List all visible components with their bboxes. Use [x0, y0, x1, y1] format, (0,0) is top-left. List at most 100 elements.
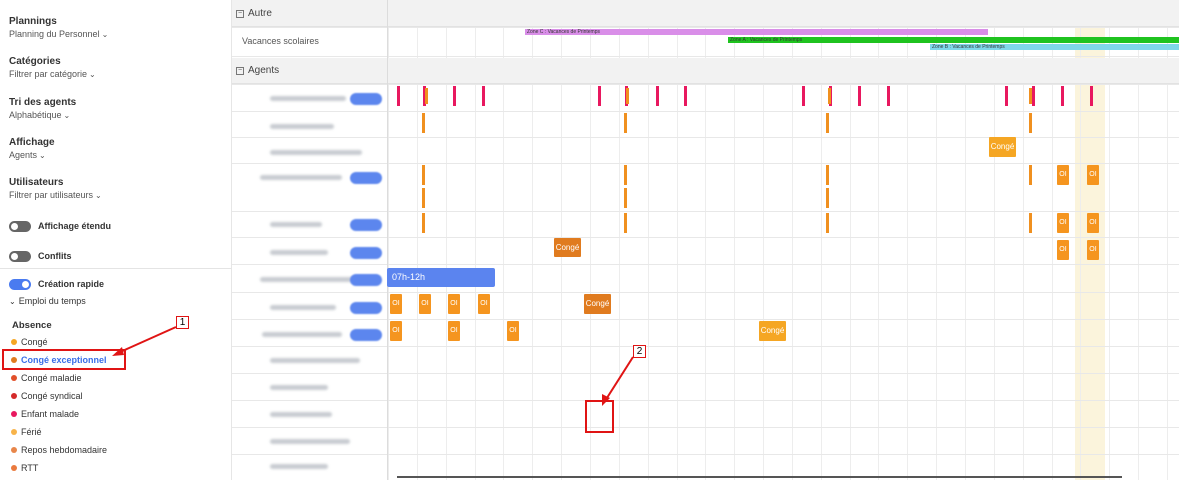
event-oi[interactable]: OI — [448, 294, 460, 314]
agent-name-redacted[interactable] — [270, 96, 346, 101]
affichage-select[interactable]: Agents ⌄ — [9, 150, 46, 160]
event-tick[interactable] — [422, 188, 425, 208]
absence-tick[interactable] — [656, 86, 659, 106]
absence-tick[interactable] — [397, 86, 400, 106]
absence-tick[interactable] — [684, 86, 687, 106]
event-tick[interactable] — [624, 113, 627, 133]
event-tick[interactable] — [1029, 165, 1032, 185]
agent-name-redacted[interactable] — [260, 277, 354, 282]
absence-tick[interactable] — [1090, 86, 1093, 106]
event-oi[interactable]: OI — [1057, 240, 1069, 260]
event-tick[interactable] — [624, 165, 627, 185]
absence-tick[interactable] — [1005, 86, 1008, 106]
absence-tick[interactable] — [858, 86, 861, 106]
absence-tick[interactable] — [598, 86, 601, 106]
absence-tick[interactable] — [1029, 88, 1032, 104]
agent-name-redacted[interactable] — [270, 358, 360, 363]
toggle-affichage-etendu[interactable]: Affichage étendu — [9, 219, 111, 233]
event-tick[interactable] — [826, 188, 829, 208]
absence-tick[interactable] — [425, 88, 428, 104]
plannings-select[interactable]: Planning du Personnel ⌄ — [9, 29, 108, 39]
event-oi[interactable]: OI — [1087, 165, 1099, 185]
absence-title: Absence — [12, 320, 52, 331]
event-conge[interactable]: Congé — [989, 137, 1016, 157]
event-tick[interactable] — [826, 165, 829, 185]
absence-tick[interactable] — [453, 86, 456, 106]
agent-name-redacted[interactable] — [270, 464, 328, 469]
toggle-switch[interactable] — [9, 220, 31, 232]
event-tick[interactable] — [1029, 113, 1032, 133]
event-07h-12h[interactable]: 07h-12h — [387, 268, 495, 287]
tri-select[interactable]: Alphabétique ⌄ — [9, 110, 70, 120]
utilisateurs-select[interactable]: Filtrer par utilisateurs ⌄ — [9, 190, 102, 200]
agent-name-redacted[interactable] — [270, 385, 328, 390]
absence-tick[interactable] — [802, 86, 805, 106]
group-row-agents[interactable]: − Agents — [232, 58, 1179, 84]
event-oi[interactable]: OI — [1057, 165, 1069, 185]
absence-tick[interactable] — [828, 88, 831, 104]
agent-name-redacted[interactable] — [270, 250, 328, 255]
event-conge[interactable]: Congé — [554, 238, 581, 257]
absence-tick[interactable] — [1032, 86, 1035, 106]
row-divider — [232, 27, 1179, 28]
event-tick[interactable] — [624, 188, 627, 208]
collapse-icon[interactable]: − — [236, 66, 244, 75]
toggle-switch[interactable] — [9, 250, 31, 262]
horizontal-scrollbar[interactable] — [397, 476, 1122, 478]
legend-item-conge[interactable]: Congé — [11, 336, 48, 348]
agent-name-redacted[interactable] — [270, 412, 332, 417]
event-tick[interactable] — [826, 213, 829, 233]
absence-tick[interactable] — [887, 86, 890, 106]
agent-name-redacted[interactable] — [270, 305, 336, 310]
legend-item-conge-syndical[interactable]: Congé syndical — [11, 390, 83, 402]
event-tick[interactable] — [422, 213, 425, 233]
agent-name-redacted[interactable] — [262, 332, 342, 337]
tri-value: Alphabétique — [9, 110, 62, 120]
event-oi[interactable]: OI — [390, 321, 402, 341]
agent-badge — [350, 172, 382, 184]
event-conge[interactable]: Congé — [759, 321, 786, 341]
divider — [0, 268, 232, 269]
event-tick[interactable] — [422, 165, 425, 185]
event-conge[interactable]: Congé — [584, 294, 611, 314]
event-tick[interactable] — [826, 113, 829, 133]
agent-name-redacted[interactable] — [270, 439, 350, 444]
toggle-conflits[interactable]: Conflits — [9, 249, 72, 263]
event-oi[interactable]: OI — [419, 294, 431, 314]
event-tick[interactable] — [624, 213, 627, 233]
legend-item-repos-hebdomadaire[interactable]: Repos hebdomadaire — [11, 444, 107, 456]
legend-label: Enfant malade — [21, 409, 80, 419]
absence-tick[interactable] — [482, 86, 485, 106]
group-row-autre[interactable]: − Autre — [232, 0, 1179, 27]
absence-tick[interactable] — [1061, 86, 1064, 106]
legend-item-rtt[interactable]: RTT — [11, 462, 38, 474]
agent-name-redacted[interactable] — [260, 175, 342, 180]
event-tick[interactable] — [422, 113, 425, 133]
event-tick[interactable] — [1029, 213, 1032, 233]
vacances-zone-a[interactable]: Zone A : Vacances de Printemps — [728, 37, 1179, 43]
event-oi[interactable]: OI — [390, 294, 402, 314]
categories-select[interactable]: Filtrer par catégorie ⌄ — [9, 69, 96, 79]
agent-name-redacted[interactable] — [270, 150, 362, 155]
legend-item-ferie[interactable]: Férié — [11, 426, 42, 438]
categories-title: Catégories — [9, 56, 61, 67]
agent-name-redacted[interactable] — [270, 124, 334, 129]
event-oi[interactable]: OI — [1057, 213, 1069, 233]
event-oi[interactable]: OI — [1087, 213, 1099, 233]
row-divider — [232, 346, 1179, 347]
legend-item-enfant-malade[interactable]: Enfant malade — [11, 408, 79, 420]
vacances-zone-b[interactable]: Zone B : Vacances de Printemps — [930, 44, 1179, 50]
agent-name-redacted[interactable] — [270, 222, 322, 227]
event-oi[interactable]: OI — [507, 321, 519, 341]
vacances-zone-c[interactable]: Zone C : Vacances de Printemps — [525, 29, 988, 35]
event-oi[interactable]: OI — [478, 294, 490, 314]
event-oi[interactable]: OI — [1087, 240, 1099, 260]
toggle-creation-rapide[interactable]: Création rapide — [9, 277, 104, 291]
absence-tick[interactable] — [626, 88, 629, 104]
event-oi[interactable]: OI — [448, 321, 460, 341]
group-label-autre: − Autre — [236, 8, 272, 19]
legend-item-conge-maladie[interactable]: Congé maladie — [11, 372, 82, 384]
collapse-icon[interactable]: − — [236, 9, 244, 18]
emploi-du-temps-toggle[interactable]: ⌄ Emploi du temps — [9, 296, 86, 306]
toggle-switch[interactable] — [9, 278, 31, 290]
